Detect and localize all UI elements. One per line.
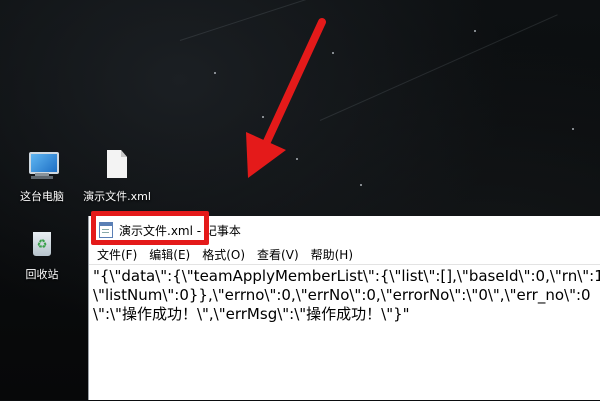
editor-line: \"listNum\":0}},\"errno\":0,\"errNo\":0,… (93, 286, 591, 304)
editor-line: "{\"data\":{\"teamApplyMemberList\":{\"l… (93, 267, 600, 285)
menu-bar: 文件(F) 编辑(E) 格式(O) 查看(V) 帮助(H) (89, 244, 600, 264)
menu-format[interactable]: 格式(O) (202, 246, 245, 263)
editor-line: \":\"操作成功！\",\"errMsg\":\"操作成功！\"}" (93, 305, 410, 323)
menu-edit[interactable]: 编辑(E) (149, 246, 190, 263)
text-editor-area[interactable]: "{\"data\":{\"teamApplyMemberList\":{\"l… (89, 264, 600, 401)
menu-file[interactable]: 文件(F) (97, 246, 137, 263)
menu-view[interactable]: 查看(V) (257, 246, 299, 263)
menu-help[interactable]: 帮助(H) (311, 246, 353, 263)
red-highlight-box (91, 211, 209, 245)
